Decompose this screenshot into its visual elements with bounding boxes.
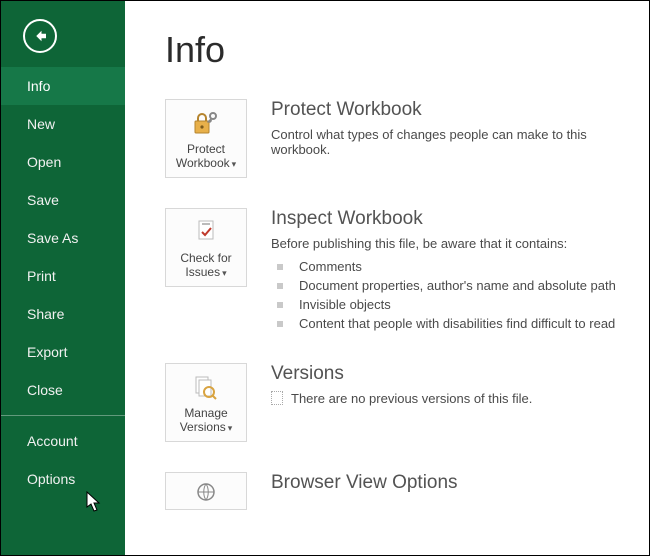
section-browser: Browser View Options — [165, 472, 649, 510]
section-versions: Manage Versions▾ Versions There are no p… — [165, 363, 649, 442]
section-inspect: Check for Issues▾ Inspect Workbook Befor… — [165, 208, 649, 333]
versions-icon — [193, 372, 219, 402]
page-title: Info — [165, 29, 649, 71]
tile-label: Protect Workbook — [176, 142, 230, 170]
section-title-inspect: Inspect Workbook — [271, 208, 649, 230]
section-protect: Protect Workbook▾ Protect Workbook Contr… — [165, 99, 649, 178]
nav-list: Info New Open Save Save As Print Share E… — [1, 67, 125, 498]
versions-text: There are no previous versions of this f… — [291, 391, 532, 406]
chevron-down-icon: ▾ — [222, 268, 227, 278]
backstage-sidebar: Info New Open Save Save As Print Share E… — [1, 1, 125, 555]
nav-item-open[interactable]: Open — [1, 143, 125, 181]
nav-item-info[interactable]: Info — [1, 67, 125, 105]
chevron-down-icon: ▾ — [228, 423, 233, 433]
nav-separator — [1, 415, 125, 416]
arrow-left-icon — [31, 27, 49, 45]
bullet-item: Content that people with disabilities fi… — [291, 314, 649, 333]
nav-item-share[interactable]: Share — [1, 295, 125, 333]
nav-item-close[interactable]: Close — [1, 371, 125, 409]
nav-item-options[interactable]: Options — [1, 460, 125, 498]
manage-versions-tile[interactable]: Manage Versions▾ — [165, 363, 247, 442]
section-desc-protect: Control what types of changes people can… — [271, 127, 649, 157]
bullet-item: Comments — [291, 257, 649, 276]
browser-view-tile[interactable] — [165, 472, 247, 510]
nav-item-save[interactable]: Save — [1, 181, 125, 219]
protect-workbook-tile[interactable]: Protect Workbook▾ — [165, 99, 247, 178]
chevron-down-icon: ▾ — [232, 159, 237, 169]
tile-label: Manage Versions — [180, 406, 228, 434]
nav-item-account[interactable]: Account — [1, 422, 125, 460]
document-icon — [271, 391, 283, 405]
back-button[interactable] — [23, 19, 57, 53]
inspect-bullet-list: Comments Document properties, author's n… — [271, 257, 649, 333]
nav-item-export[interactable]: Export — [1, 333, 125, 371]
bullet-item: Document properties, author's name and a… — [291, 276, 649, 295]
lock-key-icon — [193, 108, 219, 138]
nav-item-new[interactable]: New — [1, 105, 125, 143]
section-title-versions: Versions — [271, 363, 649, 385]
nav-item-save-as[interactable]: Save As — [1, 219, 125, 257]
check-issues-tile[interactable]: Check for Issues▾ — [165, 208, 247, 287]
section-desc-inspect: Before publishing this file, be aware th… — [271, 236, 649, 251]
main-panel: Info Protect Workbook▾ Protect Workbook … — [125, 1, 649, 555]
globe-icon — [195, 481, 217, 503]
document-check-icon — [193, 217, 219, 247]
section-title-protect: Protect Workbook — [271, 99, 649, 121]
section-title-browser: Browser View Options — [271, 472, 649, 494]
bullet-item: Invisible objects — [291, 295, 649, 314]
nav-item-print[interactable]: Print — [1, 257, 125, 295]
